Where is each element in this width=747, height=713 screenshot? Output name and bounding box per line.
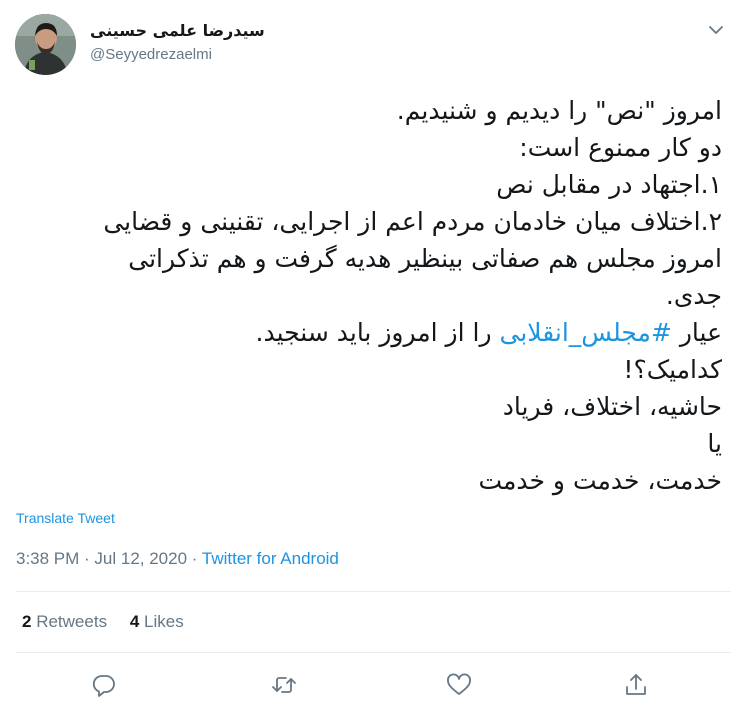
- tweet-line: کدامیک؟!: [623, 355, 722, 384]
- retweets-stat[interactable]: 2 Retweets: [22, 612, 107, 631]
- tweet-stats: 2 Retweets 4 Likes: [22, 612, 202, 632]
- retweets-label: Retweets: [36, 612, 108, 631]
- tweet-line: امروز "نص" را دیدیم و شنیدیم.: [396, 96, 722, 125]
- retweet-icon[interactable]: [269, 670, 299, 700]
- tweet-actions: [0, 670, 747, 700]
- meta-separator: ·: [79, 549, 95, 568]
- tweet-line: خدمت، خدمت و خدمت: [478, 466, 722, 495]
- tweet-line: دو کار ممنوع است:: [519, 133, 722, 162]
- translate-tweet-link[interactable]: Translate Tweet: [16, 510, 115, 526]
- divider: [16, 591, 731, 592]
- tweet-source-link[interactable]: Twitter for Android: [202, 549, 339, 568]
- tweet-line: یا: [707, 429, 722, 458]
- divider: [16, 652, 731, 653]
- tweet-line: ۲.اختلاف میان خادمان مردم اعم از اجرایی،…: [103, 207, 722, 236]
- author-display-name[interactable]: سیدرضا علمی حسینی: [90, 21, 265, 40]
- tweet-time[interactable]: 3:38 PM: [16, 549, 79, 568]
- tweet-line: ۱.اجتهاد در مقابل نص: [496, 170, 722, 199]
- heart-icon[interactable]: [444, 670, 474, 700]
- tweet-text-fragment: عیار: [671, 318, 722, 347]
- tweet-line: امروز مجلس هم صفاتی بینظیر هدیه گرفت و ه…: [128, 244, 722, 273]
- tweet-text: امروز "نص" را دیدیم و شنیدیم. دو کار ممن…: [16, 92, 722, 499]
- author-handle[interactable]: @Seyyedrezaelmi: [90, 46, 212, 63]
- meta-separator: ·: [187, 549, 202, 568]
- chevron-down-icon[interactable]: [704, 18, 728, 42]
- retweets-count: 2: [22, 612, 32, 631]
- reply-icon[interactable]: [89, 670, 119, 700]
- likes-stat[interactable]: 4 Likes: [130, 612, 184, 631]
- avatar-image: [15, 14, 76, 75]
- tweet-line: جدی.: [665, 281, 722, 310]
- tweet-meta: 3:38 PM · Jul 12, 2020 · Twitter for And…: [16, 549, 339, 569]
- likes-count: 4: [129, 612, 140, 631]
- tweet-line: حاشیه، اختلاف، فریاد: [502, 392, 722, 421]
- tweet-text-fragment: را از امروز باید سنجید.: [255, 318, 500, 347]
- avatar[interactable]: [15, 14, 76, 75]
- share-icon[interactable]: [621, 670, 651, 700]
- tweet-date[interactable]: Jul 12, 2020: [94, 549, 187, 568]
- likes-label: Likes: [144, 612, 184, 631]
- hashtag-link[interactable]: #مجلس_انقلابی: [500, 318, 672, 347]
- tweet-line-hashtag: عیار #مجلس_انقلابی را از امروز باید سنجی…: [16, 314, 722, 351]
